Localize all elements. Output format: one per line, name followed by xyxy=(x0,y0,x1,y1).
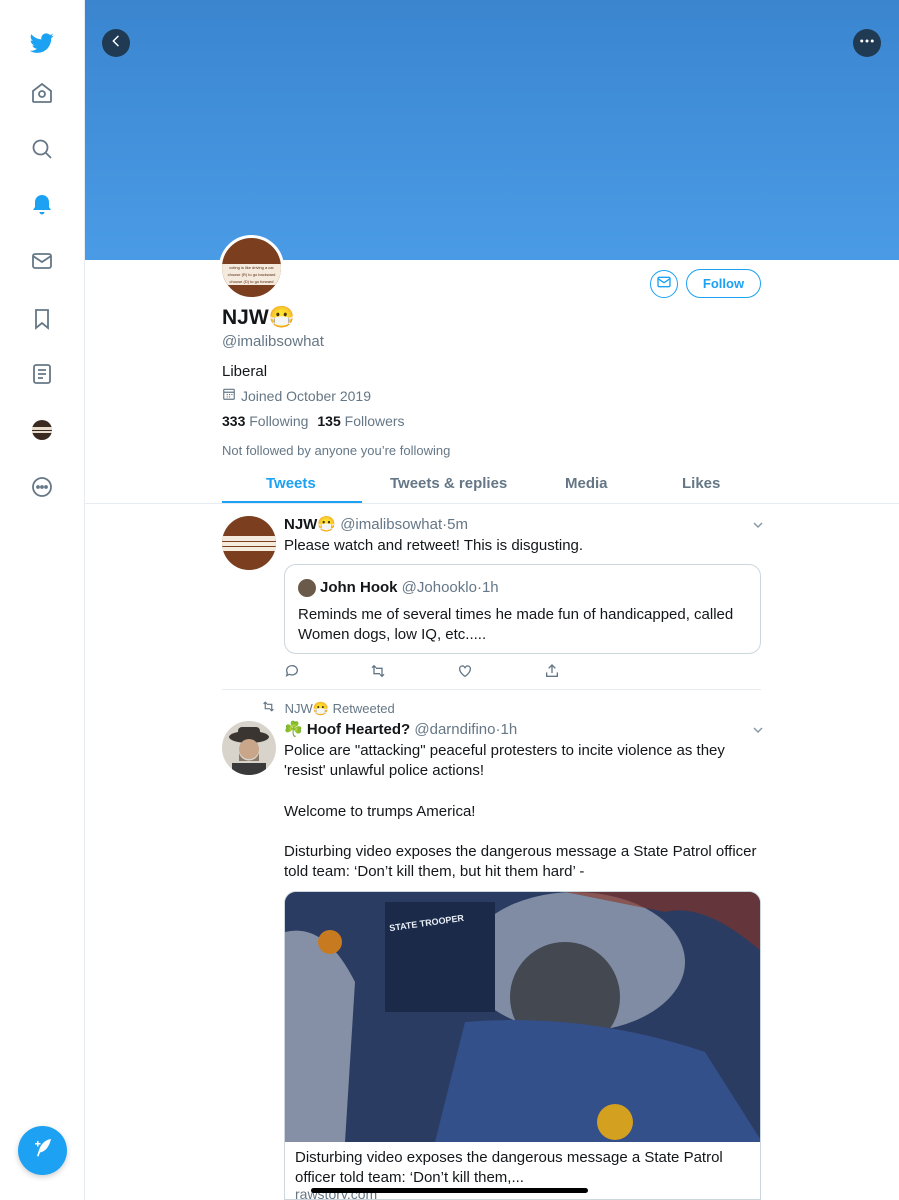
tab-tweets[interactable]: Tweets xyxy=(266,475,316,492)
tab-media[interactable]: Media xyxy=(565,475,608,492)
active-tab-indicator xyxy=(222,501,362,503)
profile-banner xyxy=(85,0,899,260)
back-chevron-icon xyxy=(108,33,124,54)
sidebar-nav xyxy=(0,0,85,1200)
followers-stat[interactable]: 135 Followers xyxy=(317,413,404,429)
home-indicator[interactable] xyxy=(311,1188,588,1193)
twitter-logo-icon[interactable] xyxy=(28,29,56,57)
like-heart-icon[interactable] xyxy=(457,663,475,681)
tweet-header: ☘️ Hoof Hearted? @darndifino·1h xyxy=(284,720,517,738)
joined-text: Joined October 2019 xyxy=(241,387,371,404)
quote-avatar xyxy=(298,579,316,597)
tweet-author-handle[interactable]: @imalibsowhat xyxy=(340,516,442,533)
following-count: 333 xyxy=(222,413,246,429)
retweet-icon[interactable] xyxy=(370,663,388,681)
tweet-author-handle[interactable]: @darndifino xyxy=(414,721,495,738)
tweet-time[interactable]: 5m xyxy=(447,516,468,533)
avatar-text-line: choose (D) to go forward xyxy=(222,278,281,285)
share-icon[interactable] xyxy=(544,663,562,681)
tweet-text: Police are "attacking" peaceful proteste… xyxy=(284,742,725,779)
not-followed-note: Not followed by anyone you’re following xyxy=(222,443,451,458)
retweet-context: NJW😷 Retweeted xyxy=(262,700,395,717)
quote-header: John Hook @Johooklo·1h xyxy=(320,579,499,596)
retweeted-label: Retweeted xyxy=(332,701,395,716)
bookmark-icon[interactable] xyxy=(28,305,56,333)
tab-likes[interactable]: Likes xyxy=(682,475,720,492)
tweet-time[interactable]: 1h xyxy=(500,721,517,738)
tweet-avatar[interactable] xyxy=(222,721,276,775)
quote-author-handle: @Johooklo xyxy=(401,579,477,596)
more-icon[interactable] xyxy=(28,473,56,501)
search-icon[interactable] xyxy=(28,135,56,163)
more-dots-icon xyxy=(858,32,876,55)
message-button[interactable] xyxy=(650,270,678,298)
compose-feather-icon xyxy=(31,1136,55,1165)
reply-icon[interactable] xyxy=(284,663,302,681)
shamrock-icon: ☘️ xyxy=(284,721,303,738)
quoted-tweet[interactable]: John Hook @Johooklo·1h Reminds me of sev… xyxy=(284,564,761,654)
profile-avatar[interactable]: voting is like driving a car choose (R) … xyxy=(219,235,284,300)
tweet-text: Disturbing video exposes the dangerous m… xyxy=(284,843,757,880)
back-button[interactable] xyxy=(102,29,130,57)
tweet-menu-chevron-icon[interactable] xyxy=(752,723,764,735)
followers-label: Followers xyxy=(344,413,405,429)
messages-mail-icon[interactable] xyxy=(28,247,56,275)
tweet-menu-chevron-icon[interactable] xyxy=(752,518,764,530)
tweet-header: NJW😷 @imalibsowhat·5m xyxy=(284,515,468,533)
tweet-author-name[interactable]: NJW😷 xyxy=(284,516,336,533)
avatar-text-line: voting is like driving a car xyxy=(222,264,281,271)
link-card[interactable]: STATE TROOPER Disturbing video exposes t… xyxy=(284,891,761,1200)
following-stat[interactable]: 333 Following xyxy=(222,413,308,429)
tweet-author-name[interactable]: Hoof Hearted? xyxy=(307,721,410,738)
more-options-button[interactable] xyxy=(853,29,881,57)
notifications-bell-icon[interactable] xyxy=(28,191,56,219)
followers-count: 135 xyxy=(317,413,341,429)
retweeted-by-name[interactable]: NJW😷 xyxy=(285,701,329,716)
calendar-icon xyxy=(222,387,236,404)
home-icon[interactable] xyxy=(28,79,56,107)
avatar-text-line: choose (R) to go backward xyxy=(222,271,281,278)
link-card-image[interactable]: STATE TROOPER xyxy=(285,892,760,1142)
profile-avatar-icon[interactable] xyxy=(28,416,56,444)
quote-text: Reminds me of several times he made fun … xyxy=(298,606,734,643)
tab-tweets-replies[interactable]: Tweets & replies xyxy=(390,475,507,492)
profile-handle: @imalibsowhat xyxy=(222,333,324,350)
tweet-text: Please watch and retweet! This is disgus… xyxy=(284,537,584,554)
tweet-text: Welcome to trumps America! xyxy=(284,803,476,820)
mail-icon xyxy=(656,274,672,295)
following-label: Following xyxy=(249,413,309,429)
profile-tabs: Tweets Tweets & replies Media Likes xyxy=(85,470,899,504)
profile-bio: Liberal xyxy=(222,363,268,380)
joined-date: Joined October 2019 xyxy=(222,387,371,404)
tweet-avatar[interactable] xyxy=(222,516,276,570)
compose-tweet-button[interactable] xyxy=(18,1126,67,1175)
quote-author-name: John Hook xyxy=(320,579,398,596)
profile-display-name: NJW😷 xyxy=(222,306,295,329)
quote-time: 1h xyxy=(481,579,499,596)
link-card-title: Disturbing video exposes the dangerous m… xyxy=(295,1149,723,1186)
follow-stats: 333 Following 135 Followers xyxy=(222,413,405,429)
tweet-divider xyxy=(222,689,761,690)
lists-icon[interactable] xyxy=(28,360,56,388)
retweet-small-icon xyxy=(262,701,279,716)
follow-button[interactable]: Follow xyxy=(686,269,761,298)
